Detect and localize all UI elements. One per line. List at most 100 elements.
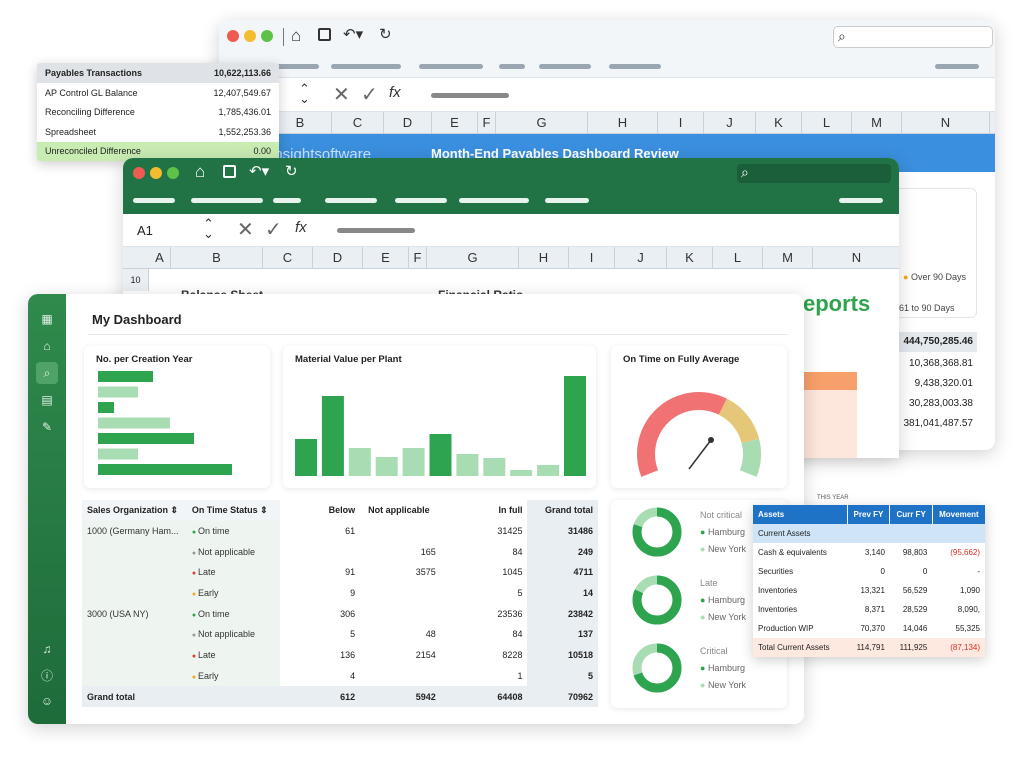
column-header-d[interactable]: D [384, 112, 432, 133]
column-header-h[interactable]: H [519, 247, 569, 268]
stepper-icon[interactable]: ⌃ ⌄ [203, 217, 214, 240]
column-header-k[interactable]: K [756, 112, 802, 133]
confirm-icon[interactable]: ✓ [265, 217, 282, 242]
column-header-i[interactable]: I [569, 247, 615, 268]
close-dot[interactable] [133, 167, 145, 179]
column-header-f[interactable]: F [478, 112, 496, 133]
column-header-c[interactable]: C [263, 247, 313, 268]
table-row[interactable]: ● Late 136 2154 8228 10518 [82, 644, 598, 666]
payables-panel: Payables Transactions 10,622,113.66 AP Co… [37, 63, 279, 161]
confirm-icon[interactable]: ✓ [361, 82, 378, 107]
na-cell: 165 [420, 546, 436, 557]
home-icon[interactable]: ⌂ [291, 26, 301, 46]
full-cell: 1045 [502, 567, 523, 578]
col-not-applicable[interactable]: Not applicable [360, 500, 441, 521]
legend-text: New York [708, 680, 747, 690]
total-cell: 137 [527, 624, 598, 645]
org-cell [82, 562, 187, 583]
column-header-j[interactable]: J [704, 112, 756, 133]
assets-move-cell: 8,090, [957, 605, 980, 614]
value-cell: 9,438,320.01 [914, 378, 973, 389]
grid-icon[interactable]: ▦ [36, 308, 58, 330]
info-icon[interactable]: ⓘ [36, 664, 58, 686]
close-dot[interactable] [227, 30, 239, 42]
row-value: 12,407,549.67 [213, 87, 271, 98]
column-header-n[interactable]: N [902, 112, 990, 133]
refresh-icon[interactable]: ↻ [379, 25, 392, 43]
column-header-e[interactable]: E [363, 247, 409, 268]
search-box[interactable]: ⌕ [833, 26, 993, 48]
maximize-dot[interactable] [261, 30, 273, 42]
total-cell: 10518 [527, 644, 598, 666]
donut-legend-a: ● Hamburg [700, 527, 745, 537]
save-icon[interactable] [223, 165, 236, 178]
row-label: Reconciling Difference [45, 107, 135, 118]
function-icon[interactable]: fx [295, 219, 307, 236]
total-cell: 4711 [527, 562, 598, 583]
wrench-icon[interactable]: ✎ [36, 416, 58, 438]
material-value-chart [295, 376, 586, 476]
column-header-b[interactable]: B [171, 247, 263, 268]
col-grand-total[interactable]: Grand total [527, 500, 598, 521]
col-below[interactable]: Below [280, 500, 361, 521]
cancel-icon[interactable]: ✕ [237, 217, 254, 242]
column-header-m[interactable]: M [763, 247, 813, 268]
column-header-g[interactable]: G [427, 247, 519, 268]
col-sales-org[interactable]: Sales Organization ⇕ [82, 500, 187, 521]
undo-icon[interactable]: ↶▾ [249, 162, 269, 180]
col-in-full[interactable]: In full [441, 500, 528, 521]
assets-prev-cell: 8,371 [864, 605, 885, 614]
column-header-m[interactable]: M [852, 112, 902, 133]
column-header-h[interactable]: H [588, 112, 658, 133]
table-row[interactable]: 3000 (USA NY) ● On time 306 23536 23842 [82, 603, 598, 625]
status-cell: ● Early [186, 582, 280, 604]
column-header-c[interactable]: C [332, 112, 384, 133]
document-icon[interactable]: ▤ [36, 389, 58, 411]
table-row[interactable]: ● Not applicable 165 84 249 [82, 541, 598, 563]
table-row[interactable]: ● Early 4 1 5 [82, 665, 598, 687]
column-header-l[interactable]: L [802, 112, 852, 133]
row-value: 0.00 [253, 146, 271, 157]
column-header-k[interactable]: K [667, 247, 713, 268]
status-cell: ● On time [186, 520, 280, 542]
column-header-e[interactable]: E [432, 112, 478, 133]
user-icon[interactable]: ☺ [36, 690, 58, 712]
table-row[interactable]: ● Not applicable 5 48 84 137 [82, 624, 598, 645]
maximize-dot[interactable] [167, 167, 179, 179]
table-row[interactable]: ● Early 9 5 14 [82, 582, 598, 604]
column-header-g[interactable]: G [496, 112, 588, 133]
search-icon[interactable]: ⌕ [36, 362, 58, 384]
column-header-l[interactable]: L [713, 247, 763, 268]
home-icon[interactable]: ⌂ [195, 162, 205, 182]
bell-icon[interactable]: ♫ [36, 638, 58, 660]
search-box[interactable]: ⌕ [737, 164, 891, 183]
table-row[interactable]: ● Late 91 3575 1045 4711 [82, 562, 598, 583]
refresh-icon[interactable]: ↻ [285, 162, 298, 180]
legend-dot-icon: ● [700, 544, 708, 554]
col-on-time-status[interactable]: On Time Status ⇕ [186, 500, 280, 521]
column-header-f[interactable]: F [409, 247, 427, 268]
legend-61-90: 61 to 90 Days [899, 303, 955, 313]
home-icon[interactable]: ⌂ [36, 335, 58, 357]
minimize-dot[interactable] [150, 167, 162, 179]
column-header-d[interactable]: D [313, 247, 363, 268]
table-header-row: Sales Organization ⇕ On Time Status ⇕ Be… [82, 500, 598, 521]
minimize-dot[interactable] [244, 30, 256, 42]
row-label: AP Control GL Balance [45, 87, 138, 98]
save-icon[interactable] [318, 28, 331, 41]
cell-reference[interactable]: A1 [137, 223, 153, 238]
column-header-a[interactable]: A [149, 247, 171, 268]
function-icon[interactable]: fx [389, 84, 401, 101]
cancel-icon[interactable]: ✕ [333, 82, 350, 107]
org-cell [82, 624, 187, 645]
search-icon: ⌕ [741, 164, 749, 180]
column-header-i[interactable]: I [658, 112, 704, 133]
page-title: My Dashboard [92, 312, 182, 327]
table-row[interactable]: 1000 (Germany Ham... ● On time 61 31425 3148… [82, 520, 598, 542]
total-cell: 14 [527, 582, 598, 604]
column-header-j[interactable]: J [615, 247, 667, 268]
column-header-n[interactable]: N [813, 247, 899, 268]
undo-icon[interactable]: ↶▾ [343, 25, 363, 43]
stepper-icon[interactable]: ⌃ ⌄ [299, 82, 310, 105]
bar [295, 439, 317, 476]
